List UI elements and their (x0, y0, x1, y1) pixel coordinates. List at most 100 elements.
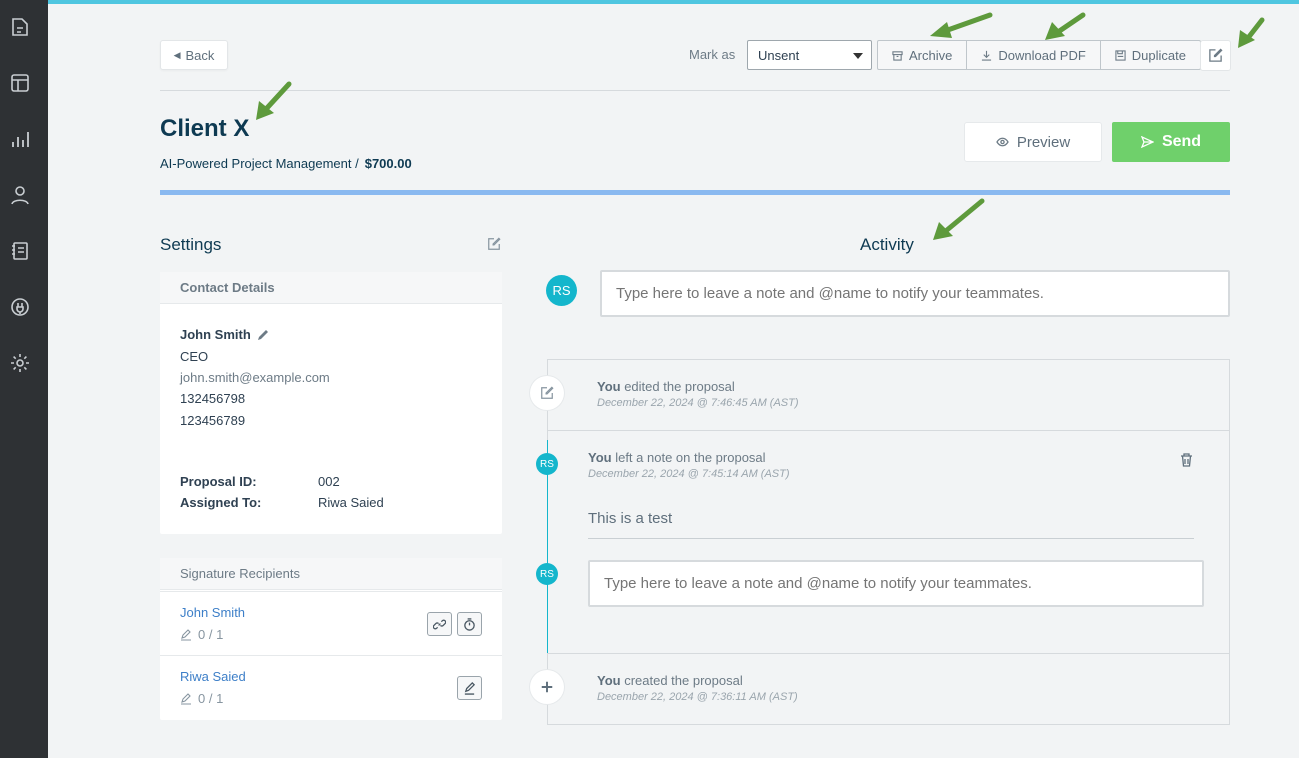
annotation-arrow (1045, 12, 1086, 40)
send-icon (1140, 136, 1154, 148)
download-pdf-label: Download PDF (998, 47, 1086, 63)
contact-details-card: Contact Details John Smith CEO john.smit… (160, 272, 502, 534)
back-button[interactable]: ◀ Back (160, 40, 228, 70)
settings-edit-icon[interactable] (487, 237, 501, 251)
recipient-count-value: 0 / 1 (198, 691, 224, 706)
sign-button[interactable] (457, 676, 482, 700)
proposal-amount: $700.00 (364, 156, 412, 171)
header-progress-bar (160, 190, 1230, 195)
content-library-icon[interactable] (9, 240, 31, 262)
activity-title: Activity (860, 235, 914, 254)
recipient-name-link[interactable]: John Smith (180, 605, 245, 620)
event-title: You created the proposal (597, 673, 743, 688)
preview-label: Preview (1016, 133, 1071, 151)
avatar: RS (546, 275, 577, 306)
preview-button[interactable]: Preview (964, 122, 1102, 162)
proposal-actions: Archive Download PDF Duplicate (877, 40, 1201, 70)
reply-note-input[interactable] (588, 560, 1204, 607)
edit-icon (1209, 48, 1223, 62)
chevron-left-icon: ◀ (173, 49, 181, 60)
event-title: You edited the proposal (597, 379, 735, 394)
plus-icon (530, 670, 564, 704)
stopwatch-icon (464, 617, 475, 631)
delete-note-icon[interactable] (1180, 453, 1193, 467)
archive-icon (892, 50, 903, 61)
analytics-icon[interactable] (9, 128, 31, 150)
note-text: This is a test (588, 510, 673, 527)
event-date: December 22, 2024 @ 7:46:45 AM (AST) (597, 397, 799, 409)
signature-recipients-header: Signature Recipients (160, 558, 502, 590)
send-label: Send (1161, 133, 1202, 150)
activity-note-input[interactable] (600, 270, 1230, 317)
settings-gear-icon[interactable] (9, 352, 31, 374)
proposal-name: AI-Powered Project Management / (160, 156, 359, 171)
archive-button[interactable]: Archive (878, 41, 968, 69)
download-pdf-button[interactable]: Download PDF (967, 41, 1101, 69)
signature-recipient-row: Riwa Saied 0 / 1 (160, 655, 502, 719)
page-title: Client X (160, 115, 250, 142)
contact-phone-1: 132456798 (180, 391, 246, 406)
signature-pen-icon (181, 628, 191, 641)
note-divider (588, 538, 1194, 539)
sidebar (0, 0, 48, 758)
event-actor: You (597, 379, 621, 394)
templates-icon[interactable] (9, 72, 31, 94)
recipient-name-link[interactable]: Riwa Saied (180, 669, 246, 684)
reminder-timer-button[interactable] (457, 612, 482, 636)
contact-details-header: Contact Details (160, 272, 502, 304)
contact-role: CEO (180, 349, 209, 364)
recipient-signature-count: 0 / 1 (180, 691, 223, 706)
back-label: Back (185, 47, 215, 63)
top-accent-bar (48, 0, 1299, 4)
timeline-separator (548, 653, 1229, 654)
event-actor: You (588, 450, 612, 465)
eye-icon (996, 137, 1009, 147)
proposal-id-label: Proposal ID: (180, 474, 257, 489)
avatar: RS (536, 563, 558, 585)
proposal-id-value: 002 (318, 474, 340, 489)
duplicate-label: Duplicate (1131, 47, 1186, 63)
signature-recipients-card: Signature Recipients John Smith 0 / 1 Ri… (160, 558, 502, 720)
edited-event-icon (530, 376, 564, 410)
send-button[interactable]: Send (1112, 122, 1230, 162)
duplicate-icon (1115, 49, 1126, 61)
duplicate-button[interactable]: Duplicate (1101, 41, 1200, 69)
contact-email: john.smith@example.com (180, 370, 330, 385)
annotation-arrow (1238, 17, 1265, 48)
copy-link-button[interactable] (427, 612, 452, 636)
contact-phone-2: 123456789 (180, 413, 246, 428)
toolbar-divider (160, 90, 1230, 91)
event-title: You left a note on the proposal (588, 450, 766, 465)
caret-down-icon (853, 53, 863, 59)
contact-name-row: John Smith (180, 327, 270, 342)
signature-pen-icon (464, 681, 476, 695)
link-icon (433, 619, 446, 629)
annotation-arrow (933, 198, 985, 240)
recipient-signature-count: 0 / 1 (180, 627, 223, 642)
signature-recipient-row: John Smith 0 / 1 (160, 591, 502, 655)
archive-label: Archive (909, 47, 953, 63)
signature-pen-icon (181, 692, 191, 705)
avatar: RS (536, 453, 558, 475)
annotation-arrow (930, 12, 993, 38)
pencil-icon[interactable] (256, 328, 270, 342)
contact-name: John Smith (180, 327, 251, 342)
event-action: created the proposal (620, 673, 743, 688)
status-select-value: Unsent (758, 47, 800, 63)
event-date: December 22, 2024 @ 7:36:11 AM (AST) (597, 691, 798, 703)
status-select[interactable]: Unsent (747, 40, 872, 70)
download-icon (982, 50, 992, 61)
settings-title: Settings (160, 235, 222, 254)
recipient-count-value: 0 / 1 (198, 627, 224, 642)
timeline-separator (548, 430, 1229, 431)
integrations-icon[interactable] (9, 296, 31, 318)
activity-timeline (547, 359, 1230, 725)
documents-icon[interactable] (9, 16, 31, 38)
proposal-subtitle: AI-Powered Project Management / $700.00 (160, 156, 412, 171)
assigned-to-label: Assigned To: (180, 495, 262, 510)
contacts-icon[interactable] (9, 184, 31, 206)
mark-as-label: Mark as (689, 47, 736, 62)
event-date: December 22, 2024 @ 7:45:14 AM (AST) (588, 468, 790, 480)
event-action: left a note on the proposal (611, 450, 766, 465)
edit-proposal-button[interactable] (1200, 40, 1231, 71)
